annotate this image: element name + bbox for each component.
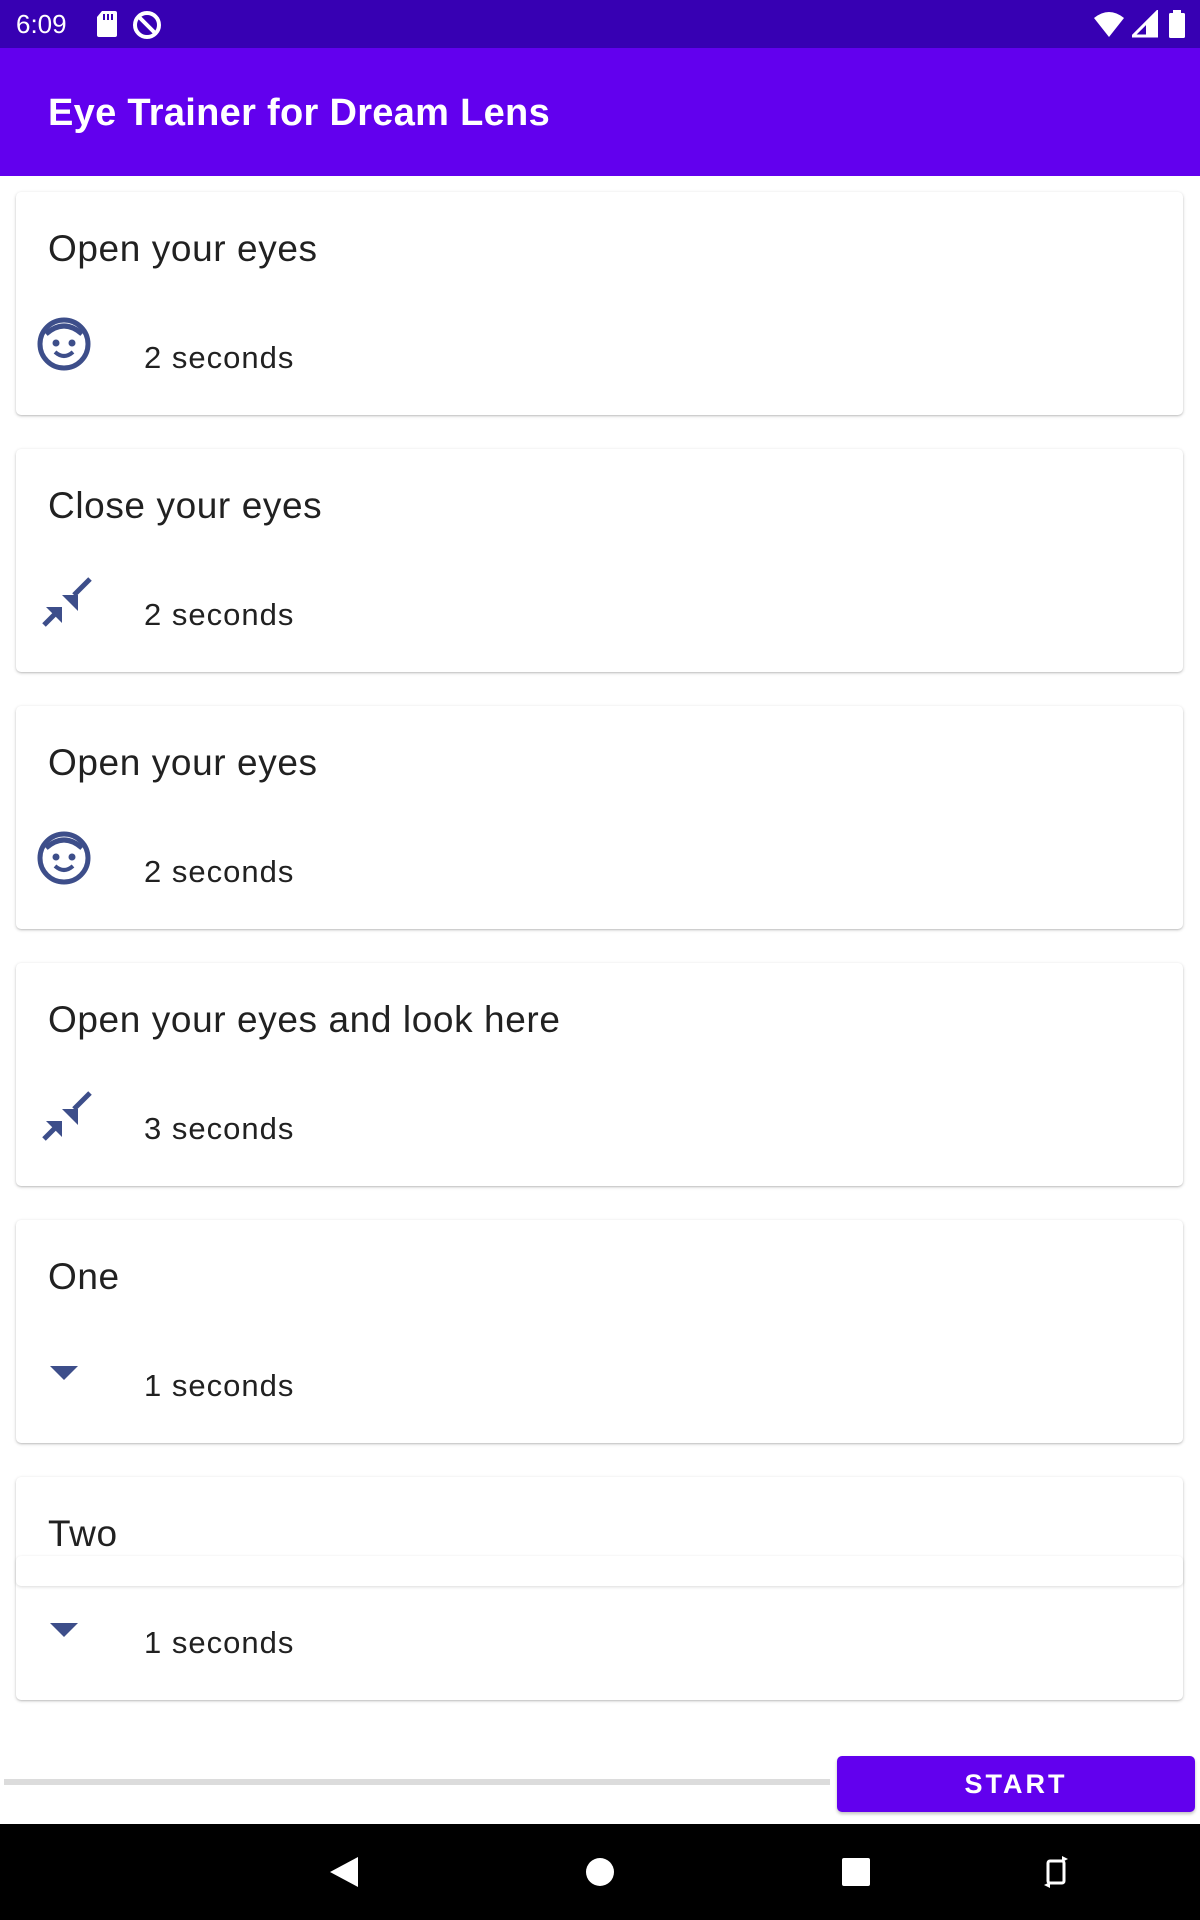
step-title: Open your eyes	[48, 228, 318, 269]
progress-bar	[4, 1779, 830, 1785]
app-bar: Eye Trainer for Dream Lens	[0, 48, 1200, 176]
step-list[interactable]: Open your eyes 2 seconds Close your eyes 2 …	[0, 176, 1200, 1746]
wifi-icon	[1094, 12, 1125, 37]
step-card[interactable]: Two 1 seconds	[16, 1477, 1183, 1700]
step-title: Open your eyes and look here	[48, 999, 561, 1040]
step-duration: 1 seconds	[144, 1368, 295, 1403]
back-icon[interactable]	[320, 1848, 368, 1896]
step-card[interactable]: Open your eyes 2 seconds	[16, 192, 1183, 415]
navigation-bar	[0, 1824, 1200, 1920]
home-icon[interactable]	[576, 1848, 624, 1896]
app-title: Eye Trainer for Dream Lens	[48, 92, 551, 134]
step-card[interactable]: Open your eyes 2 seconds	[16, 706, 1183, 929]
step-card[interactable]: Close your eyes 2 seconds	[16, 449, 1183, 672]
battery-icon	[1169, 10, 1185, 38]
arrow-drop-down-icon	[32, 1338, 96, 1402]
collapse-arrows-icon	[32, 1081, 96, 1145]
arrow-drop-down-icon	[32, 1595, 96, 1659]
step-duration: 2 seconds	[144, 854, 295, 889]
face-icon	[32, 310, 96, 374]
sd-card-icon	[97, 11, 117, 37]
step-title: Two	[48, 1513, 118, 1554]
partial-card	[16, 1556, 1183, 1586]
step-card[interactable]: One 1 seconds	[16, 1220, 1183, 1443]
step-duration: 2 seconds	[144, 597, 295, 632]
status-bar: 6:09	[0, 0, 1200, 48]
step-title: Close your eyes	[48, 485, 323, 526]
face-icon	[32, 824, 96, 888]
step-card[interactable]: Open your eyes and look here 3 seconds	[16, 963, 1183, 1186]
step-title: One	[48, 1256, 120, 1297]
step-duration: 3 seconds	[144, 1111, 295, 1146]
status-right-icons	[1093, 10, 1186, 38]
step-duration: 1 seconds	[144, 1625, 295, 1660]
step-title: Open your eyes	[48, 742, 318, 783]
collapse-arrows-icon	[32, 567, 96, 631]
signal-icon	[1131, 10, 1158, 38]
start-button[interactable]: START	[837, 1756, 1195, 1812]
rotate-icon[interactable]	[1032, 1848, 1080, 1896]
status-left-icons	[96, 10, 162, 40]
step-duration: 2 seconds	[144, 340, 295, 375]
recents-icon[interactable]	[832, 1848, 880, 1896]
status-time: 6:09	[16, 9, 67, 39]
do-not-disturb-icon	[133, 11, 162, 39]
